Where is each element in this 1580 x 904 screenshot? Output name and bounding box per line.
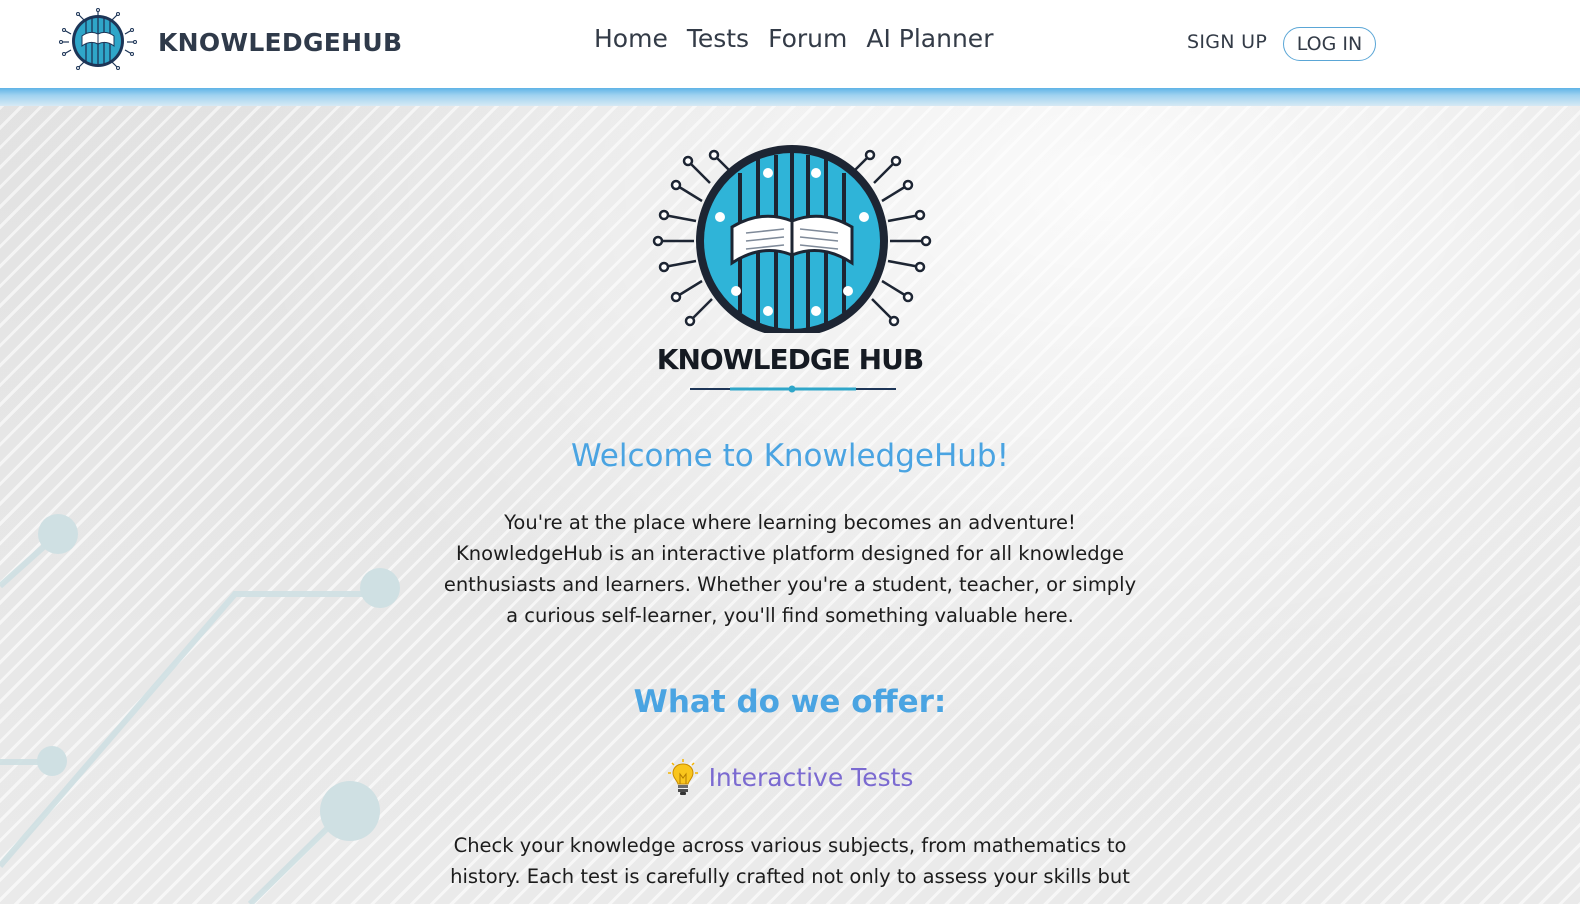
nav-accent-strip bbox=[0, 88, 1580, 106]
main-nav: Home Tests Forum AI Planner bbox=[594, 24, 993, 53]
knowledgehub-hero-logo-icon bbox=[652, 145, 932, 333]
nav-ai-planner-link[interactable]: AI Planner bbox=[866, 24, 993, 53]
hero-logo-text: KNOWLEDGE HUB bbox=[656, 343, 924, 376]
offer-heading: What do we offer: bbox=[633, 684, 947, 720]
nav-home-link[interactable]: Home bbox=[594, 24, 668, 53]
log-in-label: LOG IN bbox=[1296, 33, 1363, 55]
brand[interactable]: KNOWLEDGEHUB bbox=[58, 8, 402, 80]
sign-up-button[interactable]: SIGN UP bbox=[1187, 31, 1267, 53]
feature-title: Interactive Tests bbox=[708, 762, 914, 792]
feature-description: Check your knowledge across various subj… bbox=[450, 834, 1130, 888]
lightbulb-icon bbox=[667, 759, 698, 795]
feature-interactive-tests: Interactive Tests bbox=[0, 758, 1580, 796]
navbar: KNOWLEDGEHUB Home Tests Forum AI Planner… bbox=[0, 0, 1580, 88]
welcome-text: You're at the place where learning becom… bbox=[443, 511, 1137, 627]
knowledgehub-logo-icon[interactable] bbox=[58, 8, 138, 80]
brand-name[interactable]: KNOWLEDGEHUB bbox=[158, 28, 402, 57]
log-in-button[interactable]: LOG IN bbox=[1283, 27, 1376, 61]
hero-logo-underline bbox=[690, 385, 896, 393]
nav-forum-link[interactable]: Forum bbox=[768, 24, 847, 53]
nav-tests-link[interactable]: Tests bbox=[687, 24, 749, 53]
welcome-heading: Welcome to KnowledgeHub! bbox=[570, 438, 1010, 474]
